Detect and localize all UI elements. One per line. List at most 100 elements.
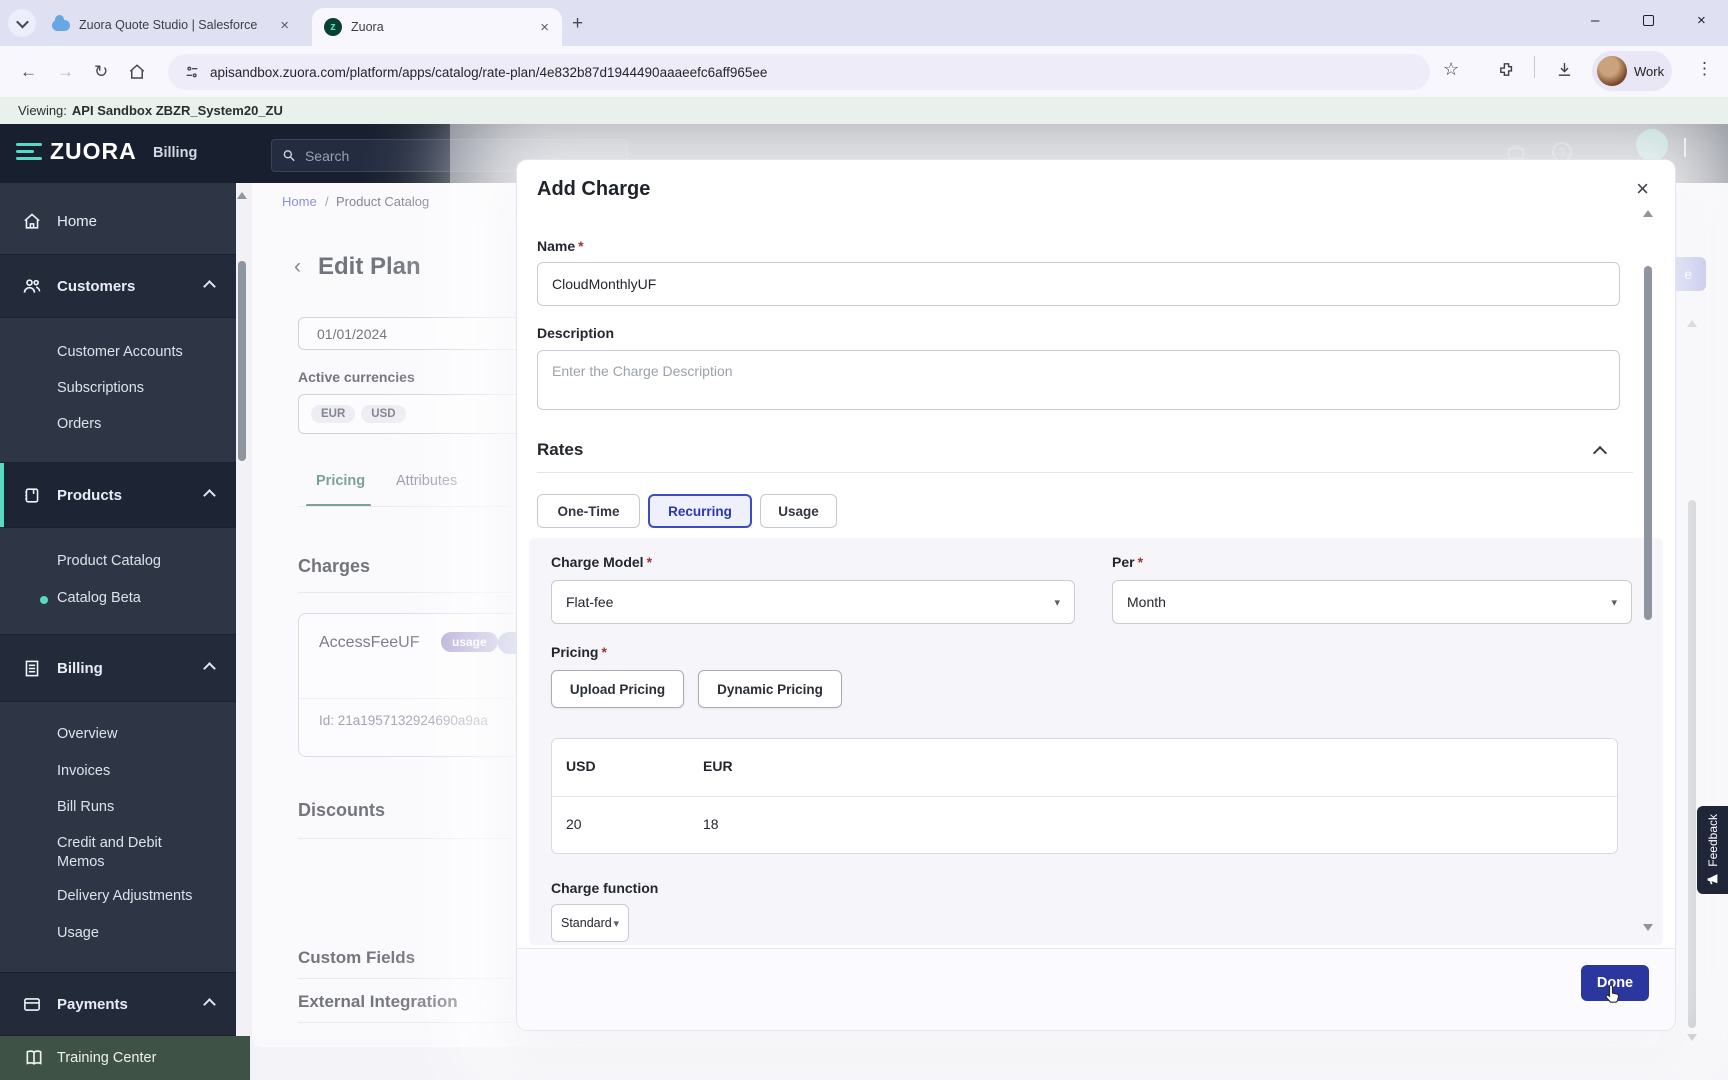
price-table-row[interactable]: 20 18: [552, 797, 1617, 855]
sidebar-item-credit-debit-memos[interactable]: Credit and Debit Memos: [57, 834, 207, 872]
sidebar-section-billing[interactable]: Billing: [0, 634, 236, 702]
tab-title: Zuora: [351, 20, 384, 34]
charge-model-label: Charge Model *: [551, 554, 653, 570]
megaphone-icon: [1707, 873, 1718, 885]
browser-menu-kebab-icon[interactable]: ⋮: [1696, 59, 1713, 79]
sidebar-item-bill-runs[interactable]: Bill Runs: [57, 799, 114, 815]
upload-pricing-button[interactable]: Upload Pricing: [551, 670, 684, 708]
close-icon[interactable]: ×: [1636, 176, 1649, 202]
name-label: Name *: [537, 238, 584, 254]
back-button[interactable]: ←: [20, 62, 37, 82]
browser-profile-chip[interactable]: Work: [1592, 51, 1672, 91]
price-eur[interactable]: 18: [703, 816, 719, 832]
chevron-up-icon: [203, 279, 216, 293]
charge-type-recurring-button[interactable]: Recurring: [648, 494, 752, 528]
products-icon: [25, 487, 39, 503]
per-label: Per *: [1112, 554, 1144, 570]
dynamic-pricing-button[interactable]: Dynamic Pricing: [698, 670, 842, 708]
browser-chrome: Zuora Quote Studio | Salesforce × z Zuor…: [0, 0, 1728, 124]
modal-scroll-down-arrow[interactable]: [1643, 924, 1653, 931]
sidebar-item-overview[interactable]: Overview: [57, 726, 117, 742]
charge-model-select[interactable]: Flat-fee ▾: [551, 580, 1075, 624]
browser-tab-salesforce[interactable]: Zuora Quote Studio | Salesforce ×: [40, 8, 302, 42]
rates-section-header: Rates: [537, 440, 1633, 464]
page-scroll-up-arrow[interactable]: [1687, 320, 1697, 327]
charge-type-usage-button[interactable]: Usage: [760, 494, 837, 528]
charge-name-input[interactable]: [537, 262, 1620, 306]
active-item-dot: [40, 596, 48, 604]
sidebar-item-home[interactable]: Home: [0, 190, 236, 252]
window-maximize-button[interactable]: [1643, 15, 1654, 26]
zuora-favicon-icon: z: [324, 18, 342, 36]
payments-icon: [24, 997, 40, 1011]
search-icon: [283, 150, 295, 162]
page-scrollbar[interactable]: [1688, 500, 1696, 1028]
per-select[interactable]: Month ▾: [1112, 580, 1632, 624]
sidebar-collapse-icon[interactable]: [16, 143, 42, 163]
sidebar-section-customers[interactable]: Customers: [0, 254, 236, 318]
content-scroll-up-arrow[interactable]: [237, 192, 247, 199]
sidebar-section-products[interactable]: Products: [0, 462, 236, 528]
charge-description-input[interactable]: [537, 350, 1620, 410]
environment-name: API Sandbox ZBZR_System20_ZU: [71, 103, 283, 118]
sidebar-item-orders[interactable]: Orders: [57, 416, 101, 432]
description-label: Description: [537, 325, 615, 341]
rates-heading: Rates: [537, 440, 584, 459]
modal-scrollbar[interactable]: [1644, 266, 1652, 620]
chevron-up-icon: [203, 488, 216, 502]
charge-type-one-time-button[interactable]: One-Time: [537, 494, 640, 528]
profile-avatar: [1597, 56, 1627, 86]
zuora-logo: ZUORA: [50, 138, 137, 164]
training-book-icon: [26, 1050, 42, 1065]
sidebar-item-usage[interactable]: Usage: [57, 925, 99, 941]
modal-title: Add Charge: [537, 178, 651, 200]
tab-close-icon[interactable]: ×: [537, 19, 552, 36]
extensions-icon[interactable]: [1498, 61, 1515, 78]
product-name: Billing: [153, 145, 198, 161]
charge-function-select[interactable]: Standard ▾: [551, 904, 629, 942]
feedback-tab[interactable]: Feedback: [1697, 806, 1728, 894]
chevron-down-icon: ▾: [613, 917, 619, 930]
chevron-up-icon: [203, 997, 216, 1011]
site-info-icon[interactable]: [184, 64, 200, 80]
banner-prefix: Viewing:: [18, 103, 67, 118]
column-header-usd: USD: [566, 758, 596, 774]
add-charge-modal: Add Charge × Name* Description Rates One…: [517, 160, 1675, 1030]
tab-search-button[interactable]: [8, 9, 36, 37]
collapse-chevron-up-icon[interactable]: [1592, 445, 1608, 461]
browser-tab-zuora[interactable]: z Zuora ×: [312, 8, 562, 46]
window-minimize-button[interactable]: –: [1591, 12, 1599, 29]
url-bar[interactable]: apisandbox.zuora.com/platform/apps/catal…: [168, 54, 1430, 90]
home-button[interactable]: [128, 63, 146, 81]
sidebar-item-customer-accounts[interactable]: Customer Accounts: [57, 344, 183, 360]
forward-button[interactable]: →: [57, 62, 74, 82]
price-usd[interactable]: 20: [566, 816, 582, 832]
home-icon: [24, 212, 40, 229]
new-tab-button[interactable]: +: [572, 13, 583, 35]
sidebar-item-invoices[interactable]: Invoices: [57, 763, 110, 779]
sidebar-section-payments[interactable]: Payments: [0, 972, 236, 1036]
sidebar-item-delivery-adjustments[interactable]: Delivery Adjustments: [57, 888, 192, 904]
mouse-cursor-hand: [1605, 984, 1620, 1003]
pricing-label: Pricing *: [551, 644, 607, 660]
reload-button[interactable]: ↻: [94, 62, 108, 82]
sidebar-item-subscriptions[interactable]: Subscriptions: [57, 380, 144, 396]
profile-name: Work: [1634, 63, 1665, 79]
tab-close-icon[interactable]: ×: [277, 17, 292, 34]
chevron-down-icon: ▾: [1054, 596, 1060, 609]
bookmark-star-icon[interactable]: ☆: [1443, 59, 1459, 80]
content-scrollbar[interactable]: [238, 261, 246, 461]
required-asterisk: *: [578, 238, 584, 254]
column-header-eur: EUR: [703, 758, 733, 774]
billing-icon: [25, 660, 39, 676]
modal-scroll-up-arrow[interactable]: [1643, 210, 1653, 217]
page-scroll-down-arrow[interactable]: [1687, 1034, 1697, 1041]
feedback-label: Feedback: [1705, 814, 1720, 867]
window-close-button[interactable]: ×: [1697, 12, 1706, 29]
url-text: apisandbox.zuora.com/platform/apps/catal…: [210, 64, 768, 80]
downloads-icon[interactable]: [1556, 61, 1573, 78]
sidebar-item-training-center[interactable]: Training Center: [0, 1036, 250, 1080]
sidebar-item-catalog-beta[interactable]: Catalog Beta: [57, 590, 141, 606]
tab-title: Zuora Quote Studio | Salesforce: [79, 18, 258, 32]
sidebar-item-product-catalog[interactable]: Product Catalog: [57, 553, 161, 569]
